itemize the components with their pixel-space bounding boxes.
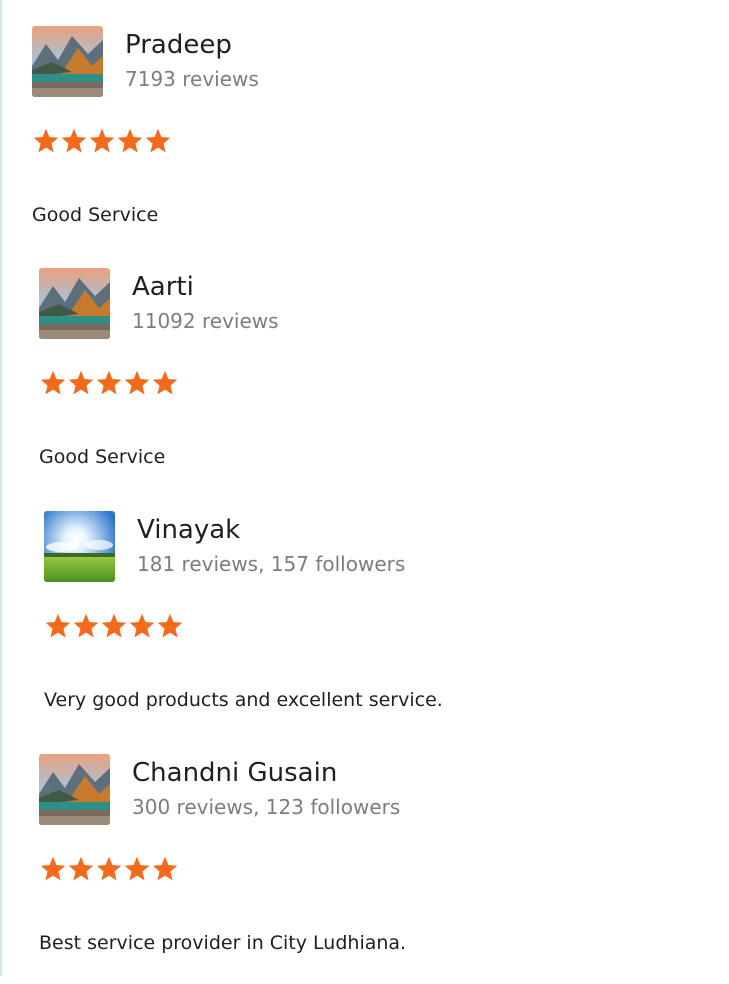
review-text: Very good products and excellent service… bbox=[44, 689, 443, 711]
reviewer-name[interactable]: Aarti bbox=[132, 270, 194, 304]
star-icon bbox=[156, 611, 184, 641]
star-icon bbox=[123, 854, 151, 884]
review-text: Good Service bbox=[39, 446, 166, 468]
star-icon bbox=[128, 611, 156, 641]
avatar[interactable] bbox=[44, 511, 115, 582]
review-text: Good Service bbox=[32, 204, 159, 226]
mountain-lake-photo-icon bbox=[32, 26, 103, 97]
star-icon bbox=[39, 368, 67, 398]
star-icon bbox=[44, 611, 72, 641]
avatar[interactable] bbox=[39, 754, 110, 825]
review-card: Pradeep 7193 reviews Good Service bbox=[32, 26, 692, 256]
avatar[interactable] bbox=[39, 268, 110, 339]
star-icon bbox=[67, 854, 95, 884]
star-icon bbox=[39, 854, 67, 884]
reviewer-name[interactable]: Pradeep bbox=[125, 28, 232, 62]
review-card: Aarti 11092 reviews Good Service bbox=[39, 268, 699, 498]
mountain-lake-photo-icon bbox=[39, 268, 110, 339]
star-rating bbox=[32, 126, 172, 156]
reviewer-stats: 181 reviews, 157 followers bbox=[137, 552, 406, 576]
reviewer-stats: 7193 reviews bbox=[125, 67, 259, 91]
star-icon bbox=[116, 126, 144, 156]
avatar[interactable] bbox=[32, 26, 103, 97]
star-icon bbox=[100, 611, 128, 641]
review-card: Vinayak 181 reviews, 157 followers Very … bbox=[44, 511, 704, 741]
star-rating bbox=[39, 368, 179, 398]
mountain-lake-photo-icon bbox=[39, 754, 110, 825]
star-icon bbox=[151, 854, 179, 884]
star-icon bbox=[144, 126, 172, 156]
review-card: Chandni Gusain 300 reviews, 123 follower… bbox=[39, 754, 699, 984]
star-icon bbox=[32, 126, 60, 156]
star-icon bbox=[60, 126, 88, 156]
star-icon bbox=[95, 368, 123, 398]
reviewer-name[interactable]: Chandni Gusain bbox=[132, 756, 337, 790]
reviewer-name[interactable]: Vinayak bbox=[137, 513, 240, 547]
star-icon bbox=[95, 854, 123, 884]
star-icon bbox=[123, 368, 151, 398]
left-border bbox=[0, 0, 2, 976]
star-icon bbox=[72, 611, 100, 641]
star-rating bbox=[44, 611, 184, 641]
star-icon bbox=[67, 368, 95, 398]
star-icon bbox=[151, 368, 179, 398]
reviewer-stats: 11092 reviews bbox=[132, 309, 279, 333]
sunny-meadow-photo-icon bbox=[44, 511, 115, 582]
star-rating bbox=[39, 854, 179, 884]
reviewer-stats: 300 reviews, 123 followers bbox=[132, 795, 401, 819]
star-icon bbox=[88, 126, 116, 156]
review-text: Best service provider in City Ludhiana. bbox=[39, 932, 407, 954]
